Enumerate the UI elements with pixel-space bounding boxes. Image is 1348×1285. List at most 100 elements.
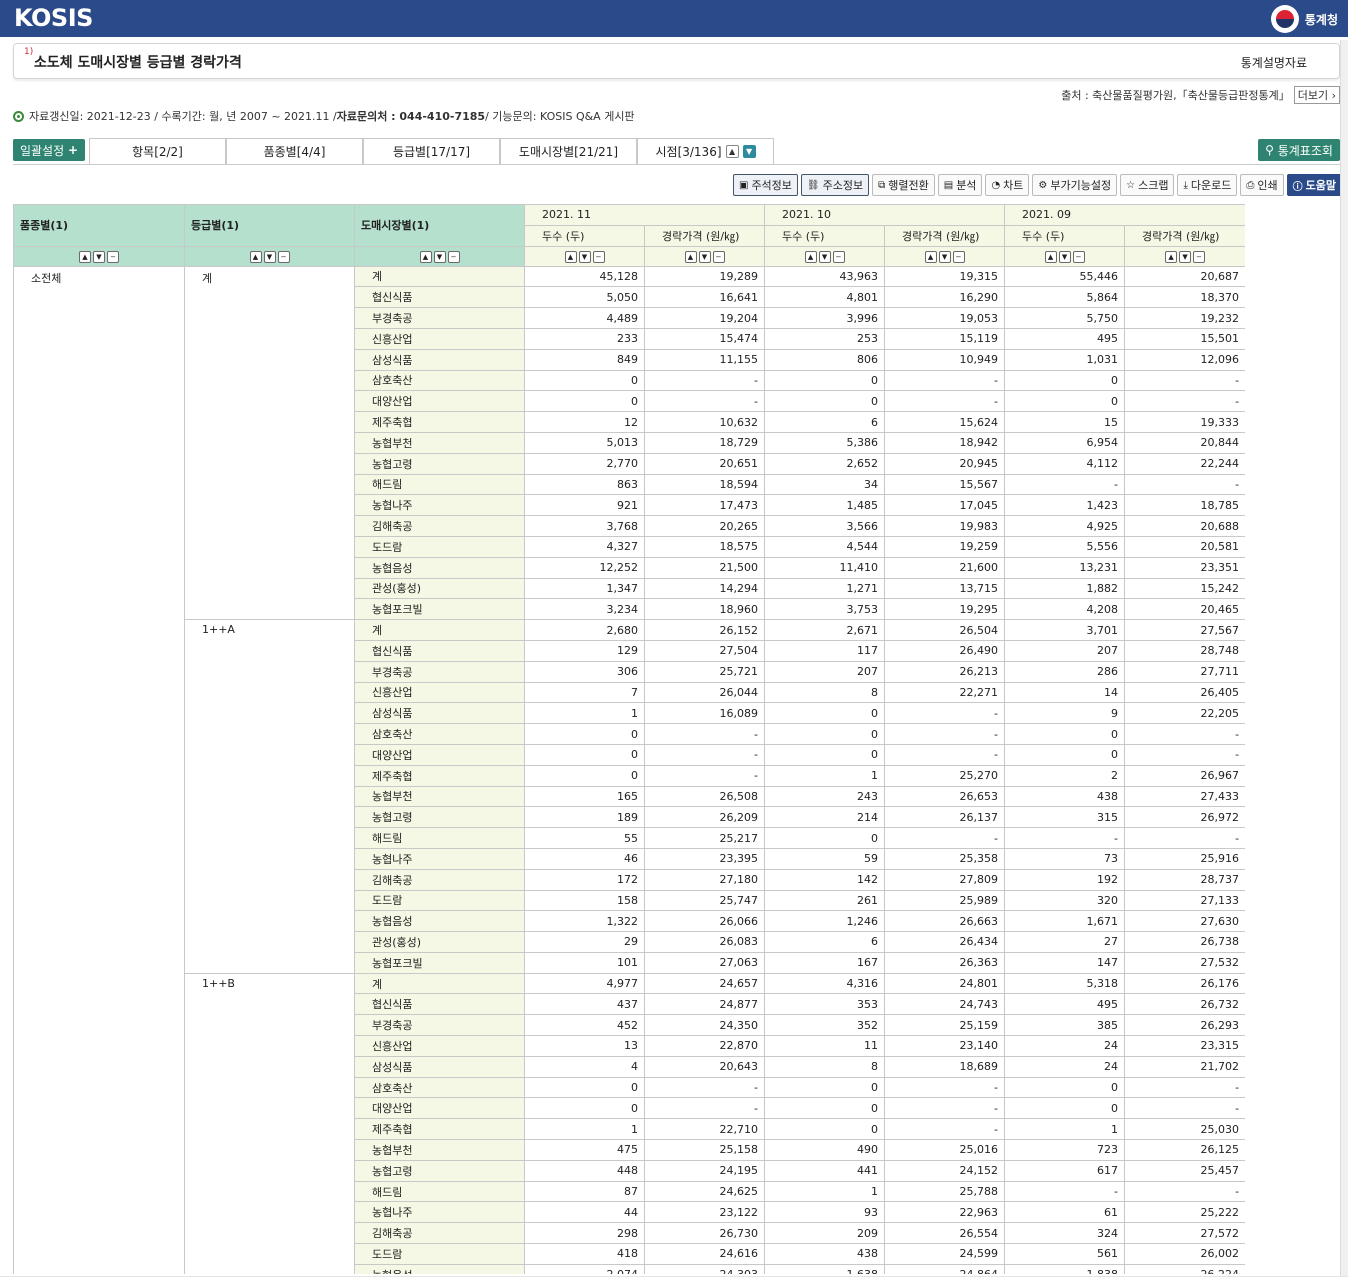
price-cell: 23,315	[1124, 1035, 1245, 1057]
transpose-button[interactable]: ⧉ 행렬전환	[872, 174, 935, 196]
page-scrollbar[interactable]	[1340, 40, 1348, 1285]
price-cell: 26,504	[884, 619, 1006, 641]
sort-asc-icon[interactable]: ▲	[249, 250, 262, 263]
head-count-cell: 1,638	[764, 1263, 886, 1274]
tab-period[interactable]: 시점[3/136] ▲ ▼	[637, 138, 774, 164]
sort-desc-icon[interactable]: ▼	[818, 250, 831, 263]
sort-desc-icon[interactable]: ▼	[1058, 250, 1071, 263]
head-count-cell: 806	[764, 348, 886, 371]
tab-breed[interactable]: 품종별[4/4]	[226, 138, 363, 164]
header-grade[interactable]: 등급별(1)	[184, 204, 355, 247]
qna-info[interactable]: / 기능문의: KOSIS Q&A 게시판	[485, 108, 634, 124]
header-period: 2021. 09	[1004, 204, 1245, 226]
sort-reset-icon[interactable]: −	[712, 250, 725, 263]
title-footnote-mark[interactable]: 1)	[24, 47, 33, 57]
bulk-setting-button[interactable]: 일괄설정 +	[13, 139, 85, 161]
sort-reset-icon[interactable]: −	[1193, 250, 1206, 263]
extra-settings-button[interactable]: ⚙ 부가기능설정	[1032, 174, 1118, 196]
head-count-cell: 1,031	[1004, 348, 1126, 371]
sort-desc-icon[interactable]: ▼	[263, 250, 276, 263]
price-cell: 26,213	[884, 660, 1006, 683]
header-breed[interactable]: 품종별(1)	[13, 204, 185, 247]
price-cell: 21,500	[643, 556, 766, 579]
sort-desc-icon[interactable]: ▼	[578, 250, 591, 263]
tab-grade[interactable]: 등급별[17/17]	[363, 138, 500, 164]
sort-desc-icon[interactable]: ▼	[1179, 250, 1192, 263]
annotation-info-button[interactable]: ▣ 주석정보	[732, 174, 798, 196]
price-cell: 22,870	[643, 1035, 766, 1057]
head-count-cell: 4,801	[764, 286, 886, 309]
stat-explanation-link[interactable]: 통계설명자료	[1241, 54, 1307, 71]
head-count-cell: 46	[524, 847, 645, 870]
sort-asc-icon[interactable]: ▲	[79, 250, 91, 263]
help-button[interactable]: ⓘ 도움말	[1286, 174, 1342, 196]
stat-table-container[interactable]: 품종별(1) 등급별(1) 도매시장별(1) 2021. 11 2021. 10…	[13, 204, 1245, 1274]
head-count-cell: 2,671	[764, 619, 886, 641]
sort-asc-icon[interactable]: ▲	[684, 250, 697, 263]
sort-desc-icon[interactable]: ▼	[433, 250, 446, 263]
price-cell: 15,501	[1124, 327, 1245, 350]
sort-desc-icon[interactable]: ▼	[93, 250, 105, 263]
sort-asc-icon[interactable]: ▲	[924, 250, 937, 263]
header-market[interactable]: 도매시장별(1)	[354, 204, 525, 247]
sort-reset-icon[interactable]: −	[832, 250, 845, 263]
price-cell: 24,303	[643, 1263, 766, 1274]
head-count-cell: 5,318	[1004, 972, 1126, 995]
stat-lookup-button[interactable]: ⚲ 통계표조회	[1258, 139, 1340, 161]
price-cell: -	[884, 369, 1006, 392]
price-cell: 27,504	[643, 639, 766, 662]
price-cell: -	[884, 1097, 1006, 1120]
chart-button[interactable]: ◔ 차트	[985, 174, 1030, 196]
price-cell: -	[884, 827, 1006, 849]
sort-asc-icon[interactable]: ▲	[1165, 250, 1178, 263]
agency-logo[interactable]: 통계청	[1270, 5, 1338, 33]
more-button[interactable]: 더보기 ›	[1293, 86, 1340, 104]
tab-item[interactable]: 항목[2/2]	[89, 138, 226, 164]
price-cell: 26,002	[1124, 1243, 1245, 1265]
header-head-count: 두수 (두)	[1004, 224, 1126, 247]
price-cell: 26,738	[1124, 931, 1245, 953]
sort-asc-icon[interactable]: ▲	[804, 250, 817, 263]
head-count-cell: 0	[764, 723, 886, 745]
print-button[interactable]: ⎙ 인쇄	[1240, 174, 1284, 196]
head-count-cell: 167	[764, 951, 886, 974]
sort-desc-icon[interactable]: ▼	[698, 250, 711, 263]
market-cell: 농협나주	[354, 1201, 525, 1224]
market-cell: 삼호축산	[354, 369, 525, 392]
sort-asc-icon[interactable]: ▲	[564, 250, 577, 263]
price-cell: -	[1124, 1180, 1245, 1203]
sort-reset-icon[interactable]: −	[277, 250, 290, 263]
market-cell: 농협나주	[354, 494, 525, 517]
head-count-cell: 0	[1004, 1097, 1126, 1120]
sort-reset-icon[interactable]: −	[447, 250, 460, 263]
price-cell: -	[643, 764, 766, 787]
head-count-cell: 4,925	[1004, 515, 1126, 537]
download-icon: ⤓	[1183, 179, 1188, 191]
price-cell: 26,363	[884, 951, 1006, 974]
head-count-cell: 0	[1004, 723, 1126, 745]
price-cell: -	[884, 390, 1006, 413]
price-cell: 15,567	[884, 473, 1006, 496]
transpose-label: 행렬전환	[888, 179, 929, 192]
tab-scroll-up-icon[interactable]: ▲	[725, 145, 739, 158]
head-count-cell: 437	[524, 993, 645, 1016]
sort-reset-icon[interactable]: −	[592, 250, 605, 263]
sort-reset-icon[interactable]: −	[107, 250, 119, 263]
market-cell: 해드림	[354, 473, 525, 496]
head-count-cell: 863	[524, 473, 645, 496]
kosis-logo[interactable]: KOSIS	[14, 4, 93, 32]
price-cell: 26,176	[1124, 972, 1245, 995]
sort-asc-icon[interactable]: ▲	[419, 250, 432, 263]
download-button[interactable]: ⤓ 다운로드	[1177, 174, 1238, 196]
sort-reset-icon[interactable]: −	[1072, 250, 1085, 263]
analysis-button[interactable]: ▤ 분석	[937, 174, 983, 196]
tab-market[interactable]: 도매시장별[21/21]	[500, 138, 637, 164]
head-count-cell: 93	[764, 1201, 886, 1224]
sort-desc-icon[interactable]: ▼	[938, 250, 951, 263]
tab-scroll-down-icon[interactable]: ▼	[742, 145, 756, 158]
address-info-button[interactable]: ⛓ 주소정보	[800, 174, 870, 196]
sort-reset-icon[interactable]: −	[952, 250, 965, 263]
scrap-button[interactable]: ☆ 스크랩	[1120, 174, 1175, 196]
head-count-cell: 2,770	[524, 452, 645, 475]
sort-asc-icon[interactable]: ▲	[1044, 250, 1057, 263]
